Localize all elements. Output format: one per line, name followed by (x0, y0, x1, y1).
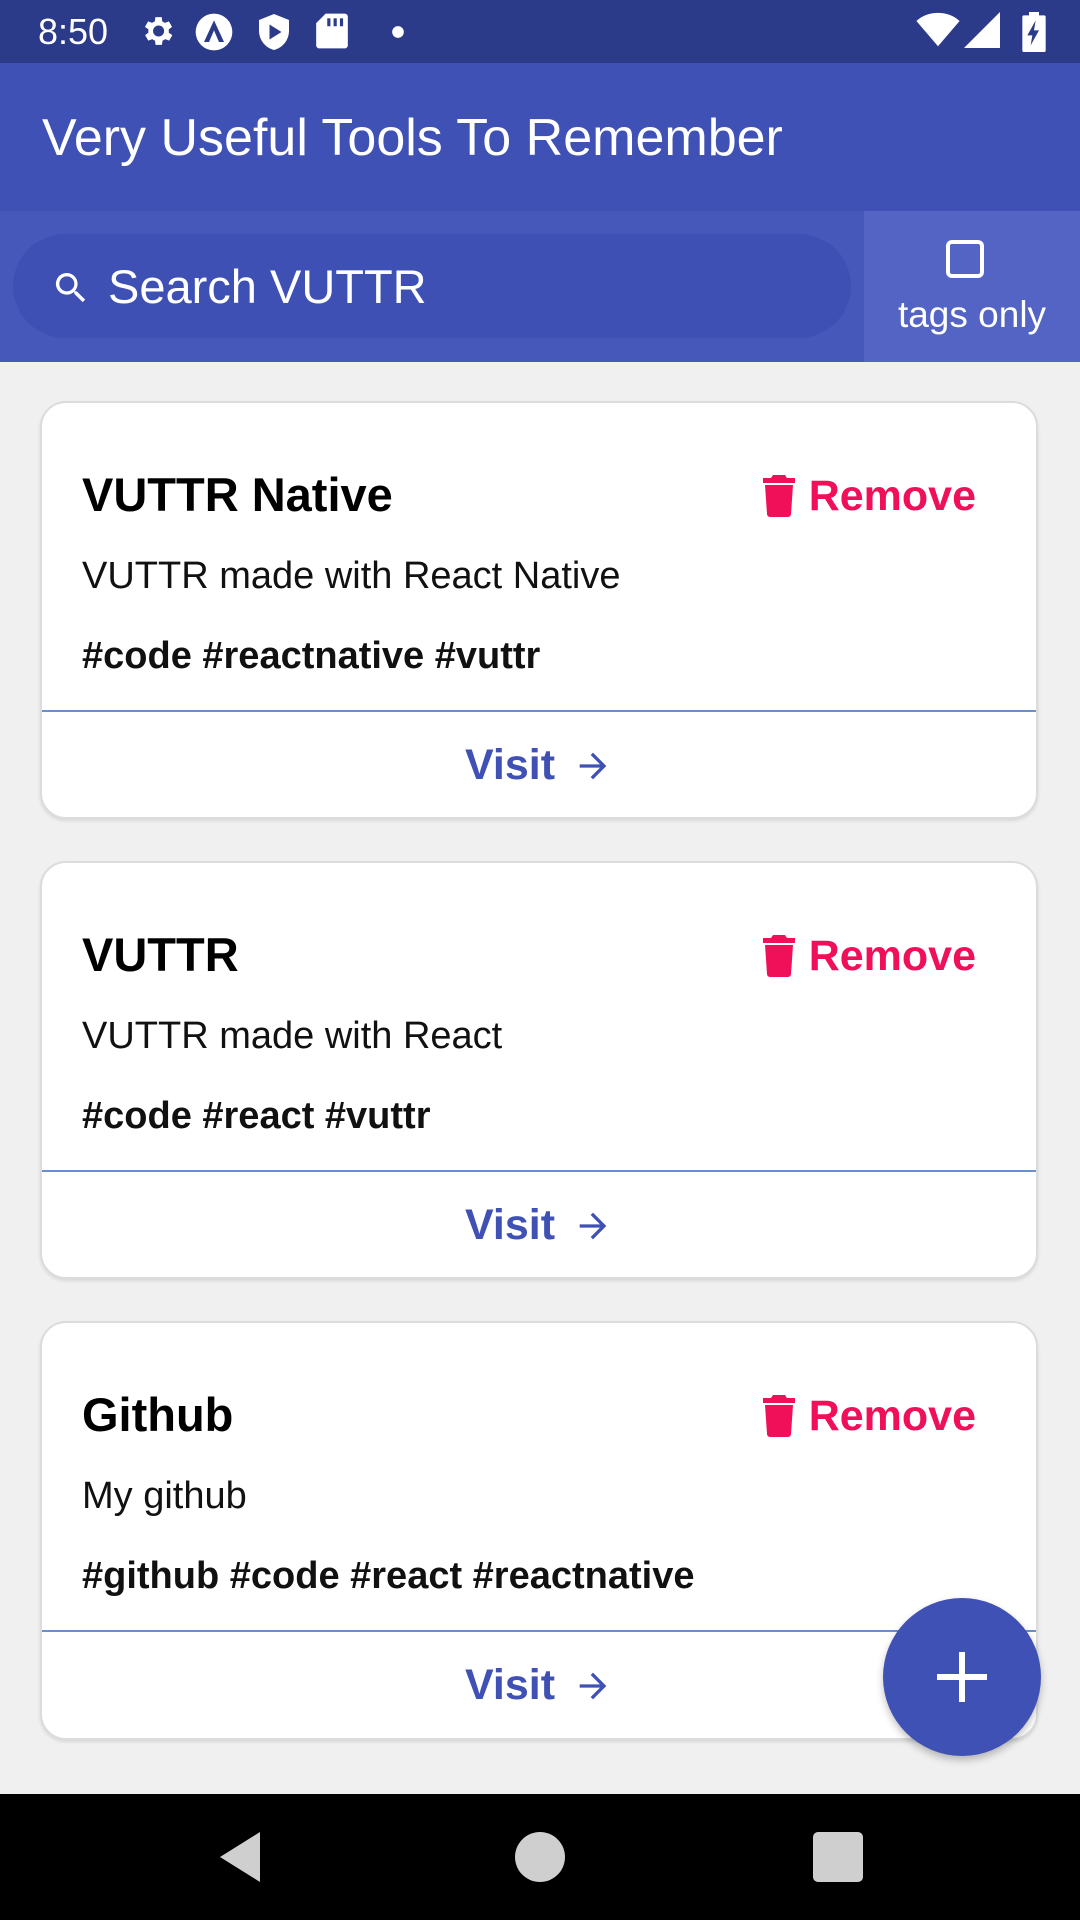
arrow-right-icon (579, 1212, 607, 1239)
arrow-right-icon (579, 1672, 607, 1699)
remove-label: Remove (808, 471, 976, 520)
tool-tags: #github #code #react #reactnative (82, 1555, 695, 1597)
trash-icon (762, 1395, 795, 1437)
home-icon[interactable] (510, 1827, 570, 1887)
tool-tags: #code #react #vuttr (82, 1095, 431, 1137)
status-time: 8:50 (38, 11, 109, 52)
plus-icon (937, 1652, 987, 1702)
recents-icon[interactable] (808, 1827, 868, 1887)
trash-icon (762, 475, 795, 517)
remove-button[interactable]: Remove (762, 929, 976, 983)
remove-button[interactable]: Remove (762, 1389, 976, 1443)
add-tool-button[interactable] (883, 1598, 1041, 1756)
tool-title: VUTTR (82, 928, 239, 981)
search-row: tags only (0, 211, 1080, 362)
visit-label: Visit (464, 1201, 556, 1249)
autofill-icon (195, 13, 233, 51)
sd-card-icon (316, 13, 348, 49)
battery-charging-icon (1022, 12, 1046, 52)
back-icon[interactable] (210, 1827, 270, 1887)
visit-label: Visit (464, 1661, 556, 1709)
app-title: Very Useful Tools To Remember (42, 109, 783, 167)
tool-description: My github (82, 1475, 247, 1517)
tool-card: VUTTR Native Remove VUTTR made with Reac… (40, 401, 1038, 819)
remove-button[interactable]: Remove (762, 469, 976, 523)
visit-button[interactable]: Visit (42, 1172, 1036, 1277)
nav-bar (0, 1794, 1080, 1920)
app-bar: Very Useful Tools To Remember (0, 63, 1080, 211)
remove-label: Remove (808, 1391, 976, 1440)
cell-signal-icon (964, 12, 1000, 48)
arrow-right-icon (579, 752, 607, 779)
tags-only-toggle[interactable]: tags only (864, 211, 1080, 362)
gear-icon (144, 17, 173, 45)
tool-description: VUTTR made with React Native (82, 555, 621, 597)
tool-title: Github (82, 1388, 234, 1441)
remove-label: Remove (808, 931, 976, 980)
tool-description: VUTTR made with React (82, 1015, 503, 1057)
tool-title: VUTTR Native (82, 468, 393, 521)
visit-button[interactable]: Visit (42, 712, 1036, 817)
search-area (0, 211, 864, 362)
tags-only-label: tags only (897, 294, 1047, 335)
dot-icon (392, 26, 404, 38)
tool-card: VUTTR Remove VUTTR made with React #code… (40, 861, 1038, 1279)
search-input[interactable] (108, 254, 808, 318)
search-bar[interactable] (13, 234, 851, 338)
search-icon (55, 273, 86, 303)
play-protect-icon (259, 14, 289, 50)
trash-icon (762, 935, 795, 977)
tool-tags: #code #reactnative #vuttr (82, 635, 541, 677)
wifi-icon (916, 12, 960, 47)
visit-label: Visit (464, 741, 556, 789)
tags-only-checkbox[interactable] (946, 240, 984, 278)
status-bar: 8:50 (0, 0, 1080, 63)
